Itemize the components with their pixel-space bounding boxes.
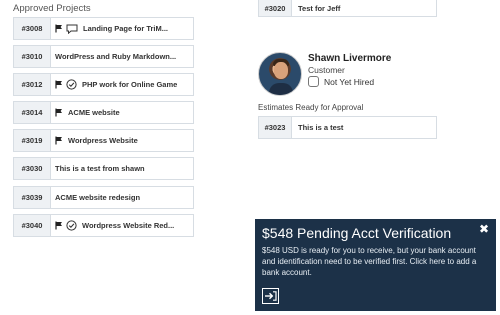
project-id: #3008 [14,18,51,39]
project-name: ACME website redesign [55,192,141,202]
project-row[interactable]: #3040 Wordpress Website Red... [13,213,194,237]
avatar[interactable] [258,52,302,96]
project-id: #3010 [14,46,51,68]
project-id: #3030 [14,158,51,180]
project-name: Wordpress Website [68,136,138,146]
sign-in-icon[interactable] [262,288,279,304]
project-id: #3039 [14,186,51,208]
estimates-heading: Estimates Ready for Approval [258,103,364,112]
flag-icon [55,80,63,89]
project-row-top[interactable]: #3020 Test for Jeff [258,0,437,17]
project-id: #3020 [259,0,292,16]
project-row[interactable]: #3010 WordPress and Ruby Markdown... [13,45,194,69]
client-role: Customer [308,65,345,75]
verification-title: $548 Pending Acct Verification [262,225,452,241]
estimate-row[interactable]: #3023 This is a test [258,116,437,139]
project-id: #3040 [14,214,51,236]
hire-status-checkbox[interactable] [308,76,319,87]
project-row[interactable]: #3014 ACME website [13,101,194,125]
flag-icon [55,108,63,117]
chat-icon [66,24,78,34]
close-icon[interactable]: ✖ [479,223,489,235]
flag-icon [55,136,63,145]
project-row[interactable]: #3008 Landing Page for TriM... [13,17,194,40]
project-row[interactable]: #3012 PHP work for Online Game [13,73,194,97]
verification-notice[interactable]: $548 Pending Acct Verification ✖ $548 US… [255,219,496,311]
project-row[interactable]: #3019 Wordpress Website [13,129,194,153]
estimate-name: This is a test [298,123,344,132]
client-card: Shawn Livermore Customer Not Yet Hired [258,52,478,96]
hire-status-label: Not Yet Hired [324,77,375,87]
approved-projects-heading: Approved Projects [13,3,91,14]
client-name[interactable]: Shawn Livermore [308,53,391,64]
approved-projects-list: #3008 Landing Page for TriM... #3010 Wor… [13,17,194,242]
project-name: This is a test from shawn [55,164,145,174]
project-row[interactable]: #3030 This is a test from shawn [13,157,194,181]
project-name: Wordpress Website Red... [82,220,175,230]
verification-message: $548 USD is ready for you to receive, bu… [262,246,477,277]
project-name: ACME website [68,108,120,118]
check-circle-icon [66,220,77,231]
project-name: Landing Page for TriM... [83,24,169,33]
flag-icon [55,221,63,230]
check-circle-icon [66,79,77,90]
project-id: #3019 [14,130,51,152]
project-id: #3012 [14,74,51,96]
project-name: WordPress and Ruby Markdown... [55,52,177,62]
flag-icon [55,24,63,33]
estimate-id: #3023 [259,117,292,138]
project-name: PHP work for Online Game [82,80,178,90]
project-name: Test for Jeff [298,3,341,13]
project-row[interactable]: #3039 ACME website redesign [13,185,194,209]
project-id: #3014 [14,102,51,124]
